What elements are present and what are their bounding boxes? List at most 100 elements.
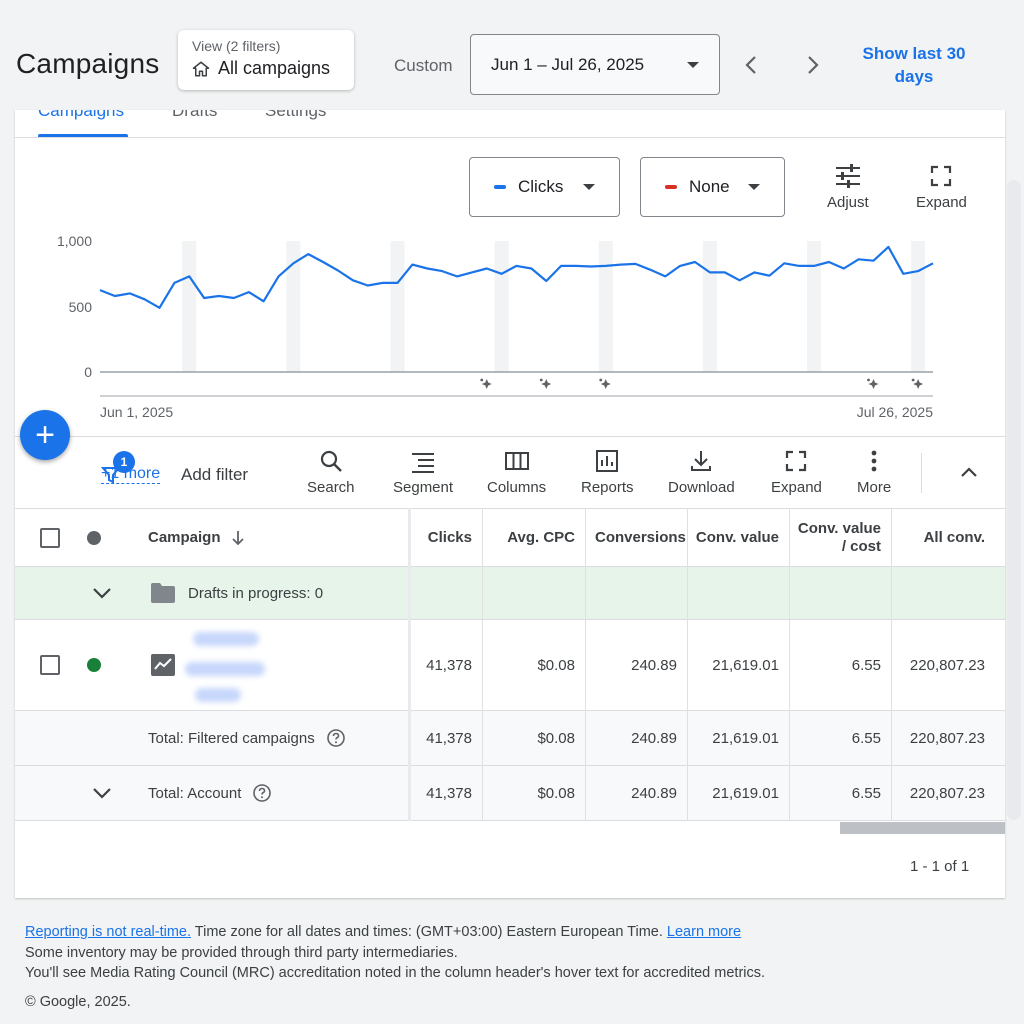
search-button[interactable]: Search xyxy=(307,449,355,496)
total-account-avg-cpc: $0.08 xyxy=(537,784,575,802)
column-divider xyxy=(891,508,892,821)
add-campaign-button[interactable]: + xyxy=(20,410,70,460)
pagination-label: 1 - 1 of 1 xyxy=(910,858,970,875)
date-range-select[interactable]: Jun 1 – Jul 26, 2025 xyxy=(470,34,720,95)
segment-icon xyxy=(412,453,435,473)
date-mode-label: Custom xyxy=(394,56,453,75)
total-account-all-conv: 220,807.23 xyxy=(909,784,985,802)
previous-period-button[interactable] xyxy=(736,50,766,80)
segment-button[interactable]: Segment xyxy=(393,449,453,496)
toolbar-divider xyxy=(921,453,922,493)
expand-table-button[interactable]: Expand xyxy=(771,449,822,496)
total-filtered-row: Total: Filtered campaigns 41,378 $0.08 2… xyxy=(15,711,1005,766)
expand-account-button[interactable] xyxy=(91,766,113,820)
collapse-button[interactable] xyxy=(957,461,981,490)
download-label: Download xyxy=(668,479,735,496)
horizontal-scrollbar[interactable] xyxy=(840,822,1005,834)
drafts-label-cell: Drafts in progress: 0 xyxy=(150,567,323,619)
clicks-column-header[interactable]: Clicks xyxy=(410,509,482,566)
total-filtered-conversions: 240.89 xyxy=(631,729,677,747)
campaign-name-link[interactable] xyxy=(185,632,265,704)
conv-value-column-header[interactable]: Conv. value xyxy=(687,509,789,566)
avg-cpc-column-header[interactable]: Avg. CPC xyxy=(482,509,585,566)
y-tick-label: 500 xyxy=(69,299,93,315)
campaign-header-label: Campaign xyxy=(148,529,221,546)
column-divider xyxy=(482,508,483,821)
reports-button[interactable]: Reports xyxy=(581,449,634,496)
drafts-row: Drafts in progress: 0 xyxy=(15,567,1005,620)
clicks-cell: 41,378 xyxy=(426,656,472,674)
weekend-band xyxy=(182,241,197,372)
total-account-row: Total: Account 41,378 $0.08 240.89 21,61… xyxy=(15,766,1005,821)
row-checkbox[interactable] xyxy=(40,620,60,710)
download-button[interactable]: Download xyxy=(668,449,735,496)
search-icon xyxy=(320,450,342,472)
inventory-notice: Some inventory may be provided through t… xyxy=(25,944,458,961)
view-selector[interactable]: View (2 filters) All campaigns xyxy=(178,30,354,90)
conversions-column-header[interactable]: Conversions xyxy=(595,509,687,566)
expand-table-label: Expand xyxy=(771,479,822,496)
help-icon[interactable] xyxy=(253,784,272,802)
weekend-band xyxy=(702,241,717,372)
reports-icon xyxy=(596,450,619,472)
total-filtered-label-cell: Total: Filtered campaigns xyxy=(148,711,345,765)
learn-more-link[interactable]: Learn more xyxy=(667,924,741,940)
arrow-down-icon xyxy=(231,530,244,545)
all-conv-column-header[interactable]: All conv. xyxy=(891,509,995,566)
x-end-label: Jul 26, 2025 xyxy=(857,404,933,420)
y-tick-label: 0 xyxy=(84,364,92,380)
columns-button[interactable]: Columns xyxy=(487,449,546,496)
status-header-icon[interactable] xyxy=(87,509,101,566)
campaign-type-icon xyxy=(150,620,176,710)
trending-chart-icon xyxy=(151,654,175,676)
show-last-30-days-link[interactable]: Show last 30 days xyxy=(846,42,982,88)
view-name: All campaigns xyxy=(218,58,331,78)
reporting-not-real-time-link[interactable]: Reporting is not real-time. xyxy=(25,924,191,940)
page-title: Campaigns xyxy=(16,48,160,79)
annotation-sparkle-icon[interactable] xyxy=(867,378,879,389)
conv-value-cost-header-line2: / cost xyxy=(841,537,881,555)
annotation-sparkle-icon[interactable] xyxy=(539,378,552,389)
date-range-value: Jun 1 – Jul 26, 2025 xyxy=(491,54,645,74)
chevron-down-icon xyxy=(93,788,111,799)
chevron-left-icon xyxy=(745,56,756,74)
expand-drafts-button[interactable] xyxy=(91,567,113,619)
frozen-column-divider xyxy=(408,508,411,821)
weekend-band xyxy=(598,241,613,372)
campaign-column-header[interactable]: Campaign xyxy=(148,509,245,566)
total-account-label-cell: Total: Account xyxy=(148,766,272,820)
view-filters-count: View (2 filters) xyxy=(192,38,281,54)
segment-label: Segment xyxy=(393,479,454,496)
total-filtered-all-conv: 220,807.23 xyxy=(909,729,985,747)
copyright: © Google, 2025. xyxy=(25,994,131,1010)
total-filtered-avg-cpc: $0.08 xyxy=(537,729,575,747)
total-filtered-label: Total: Filtered campaigns xyxy=(148,729,315,747)
fullscreen-icon xyxy=(786,450,807,472)
conv-value-cost-header-line1: Conv. value xyxy=(797,519,881,537)
total-account-conv-value-cost: 6.55 xyxy=(851,784,881,802)
mrc-notice: You'll see Media Rating Council (MRC) ac… xyxy=(25,965,766,981)
column-divider xyxy=(789,508,790,821)
help-icon[interactable] xyxy=(326,729,345,747)
select-all-checkbox[interactable] xyxy=(40,509,60,566)
total-account-conv-value: 21,619.01 xyxy=(712,784,779,802)
total-account-label: Total: Account xyxy=(148,784,242,802)
total-account-conversions: 240.89 xyxy=(631,784,677,802)
more-button[interactable]: More xyxy=(857,449,891,496)
add-filter-button[interactable]: Add filter xyxy=(181,465,248,485)
column-divider xyxy=(585,508,586,821)
next-period-button[interactable] xyxy=(798,50,828,80)
footer-notice: Reporting is not real-time. Time zone fo… xyxy=(25,922,765,984)
annotation-sparkle-icon[interactable] xyxy=(599,378,611,389)
vertical-scrollbar[interactable] xyxy=(1007,180,1021,820)
filter-count-badge: 1 xyxy=(113,451,135,473)
weekend-band xyxy=(911,241,926,372)
plus-icon: + xyxy=(35,416,55,454)
annotation-sparkle-icon[interactable] xyxy=(911,378,924,389)
column-divider xyxy=(687,508,688,821)
conv-value-cost-column-header[interactable]: Conv. value / cost xyxy=(789,509,891,566)
annotation-sparkle-icon[interactable] xyxy=(480,378,492,389)
conversions-cell: 240.89 xyxy=(631,656,677,674)
chevron-right-icon xyxy=(808,56,819,74)
total-filtered-conv-value: 21,619.01 xyxy=(712,729,779,747)
